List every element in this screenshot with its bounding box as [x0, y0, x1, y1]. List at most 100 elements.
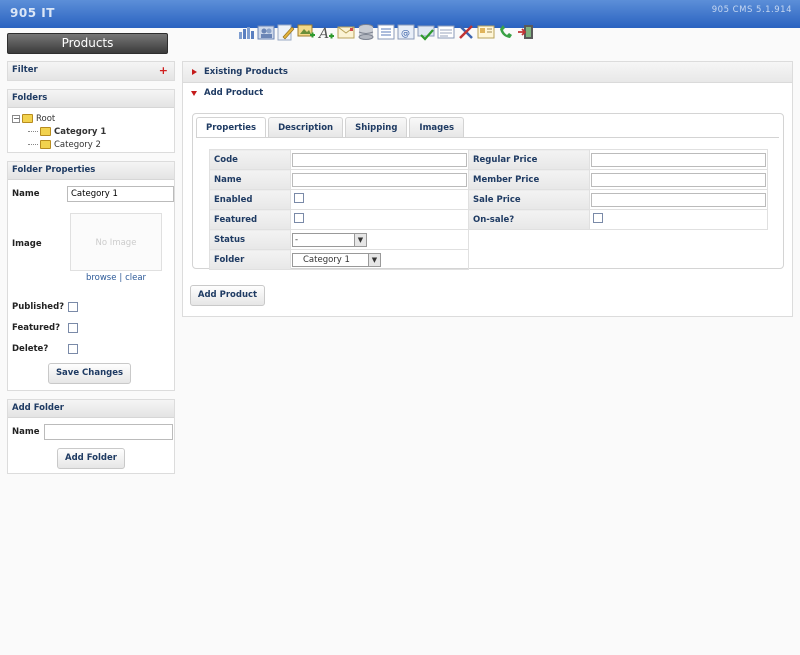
sale-price-input[interactable]: [591, 192, 766, 207]
svg-text:@: @: [401, 29, 410, 39]
published-label: Published?: [12, 302, 65, 312]
exit-icon[interactable]: [516, 22, 536, 42]
collapse-icon[interactable]: −: [12, 114, 20, 123]
on-sale-checkbox[interactable]: [593, 213, 603, 223]
folders-title: Folders: [8, 90, 174, 108]
add-product-label: Add Product: [204, 88, 264, 98]
expanded-arrow-icon: [191, 91, 197, 96]
on-sale-cell: [589, 209, 768, 230]
status-select[interactable]: - ▼: [292, 232, 367, 247]
save-changes-button[interactable]: Save Changes: [48, 363, 131, 384]
add-product-button[interactable]: Add Product: [190, 285, 265, 306]
regular-price-cell: [589, 149, 768, 170]
regular-price-label: Regular Price: [468, 149, 590, 170]
folder-selected-value: Category 1: [303, 254, 350, 265]
list-icon[interactable]: [376, 22, 396, 42]
tree-item-label: Category 1: [54, 126, 107, 137]
delete-checkbox[interactable]: [68, 344, 78, 354]
tab-shipping[interactable]: Shipping: [345, 117, 408, 137]
featured-row: Featured?: [8, 320, 174, 336]
tab-strip: Properties Description Shipping Images: [196, 117, 465, 137]
tab-description[interactable]: Description: [268, 117, 344, 137]
chart-icon[interactable]: [236, 22, 256, 42]
folder-name-row: Name: [8, 185, 174, 203]
tree-item-label: Category 2: [54, 139, 101, 150]
folder-label: Folder: [209, 249, 291, 270]
tree-item-category-1[interactable]: Category 1: [12, 125, 170, 138]
status-selected-value: -: [295, 234, 299, 245]
filter-header[interactable]: Filter +: [8, 62, 174, 80]
folder-icon: [40, 127, 51, 136]
name-label: Name: [12, 189, 40, 199]
featured-checkbox[interactable]: [68, 323, 78, 333]
check-icon[interactable]: [416, 22, 436, 42]
code-input[interactable]: [292, 152, 467, 167]
member-price-label: Member Price: [468, 169, 590, 190]
email-icon[interactable]: @: [396, 22, 416, 42]
folder-image-row: Image No Image browse | clear: [8, 207, 174, 291]
enabled-cell: [290, 189, 469, 210]
member-price-input[interactable]: [591, 172, 766, 187]
browse-link[interactable]: browse: [86, 273, 117, 283]
add-folder-name-label: Name: [12, 427, 40, 437]
tab-properties[interactable]: Properties: [196, 117, 267, 137]
add-folder-button[interactable]: Add Folder: [57, 448, 125, 469]
delete-row: Delete?: [8, 341, 174, 357]
folder-icon: [40, 140, 51, 149]
add-product-header[interactable]: Add Product: [183, 83, 792, 104]
add-folder-row: Add Folder: [8, 441, 174, 473]
no-image-placeholder: No Image: [70, 213, 162, 271]
expand-plus-icon[interactable]: +: [159, 62, 168, 79]
product-name-input[interactable]: [292, 172, 467, 187]
sale-price-label: Sale Price: [468, 189, 590, 210]
folder-select[interactable]: Category 1 ▼: [292, 252, 381, 267]
contact-icon[interactable]: [476, 22, 496, 42]
code-label: Code: [209, 149, 291, 170]
enabled-checkbox[interactable]: [294, 193, 304, 203]
add-folder-name-input[interactable]: [44, 424, 173, 440]
sale-price-cell: [589, 189, 768, 210]
tab-divider: [196, 137, 779, 138]
name-label: Name: [209, 169, 291, 190]
users-icon[interactable]: [256, 22, 276, 42]
image-links: browse | clear: [68, 273, 164, 283]
svg-text:A: A: [317, 26, 329, 41]
existing-products-header[interactable]: Existing Products: [183, 62, 792, 83]
pencil-icon[interactable]: [276, 22, 296, 42]
empty-cell: [469, 250, 590, 270]
products-button[interactable]: Products: [7, 33, 168, 54]
document-icon[interactable]: [436, 22, 456, 42]
brand-logo: 905 IT: [10, 6, 55, 20]
enabled-label: Enabled: [209, 189, 291, 210]
code-cell: [290, 149, 469, 170]
empty-cell: [590, 230, 768, 250]
phone-icon[interactable]: [496, 22, 516, 42]
text-icon[interactable]: A: [316, 22, 336, 42]
featured-cell: [290, 209, 469, 230]
image-add-icon[interactable]: [296, 22, 316, 42]
status-label: Status: [209, 229, 291, 250]
tree-item-category-2[interactable]: Category 2: [12, 138, 170, 151]
published-checkbox[interactable]: [68, 302, 78, 312]
published-row: Published?: [8, 299, 174, 315]
tree-item-label: Root: [36, 113, 56, 124]
filter-panel: Filter +: [7, 61, 175, 81]
empty-cell: [469, 230, 590, 250]
folder-properties-panel: Folder Properties Name Image No Image br…: [7, 161, 175, 391]
folder-name-input[interactable]: [67, 186, 174, 202]
tree-connector: [28, 144, 38, 145]
folder-cell: Category 1 ▼: [290, 249, 469, 270]
clear-link[interactable]: clear: [125, 273, 146, 283]
tree-item-root[interactable]: − Root: [12, 112, 170, 125]
tools-icon[interactable]: [456, 22, 476, 42]
image-picker: No Image browse | clear: [68, 207, 164, 283]
regular-price-input[interactable]: [591, 152, 766, 167]
on-sale-label: On-sale?: [468, 209, 590, 230]
product-featured-checkbox[interactable]: [294, 213, 304, 223]
link-separator: |: [119, 273, 123, 283]
mail-icon[interactable]: [336, 22, 356, 42]
add-folder-panel: Add Folder Name Add Folder: [7, 399, 175, 474]
tab-images[interactable]: Images: [409, 117, 465, 137]
featured-label: Featured: [209, 209, 291, 230]
database-icon[interactable]: [356, 22, 376, 42]
